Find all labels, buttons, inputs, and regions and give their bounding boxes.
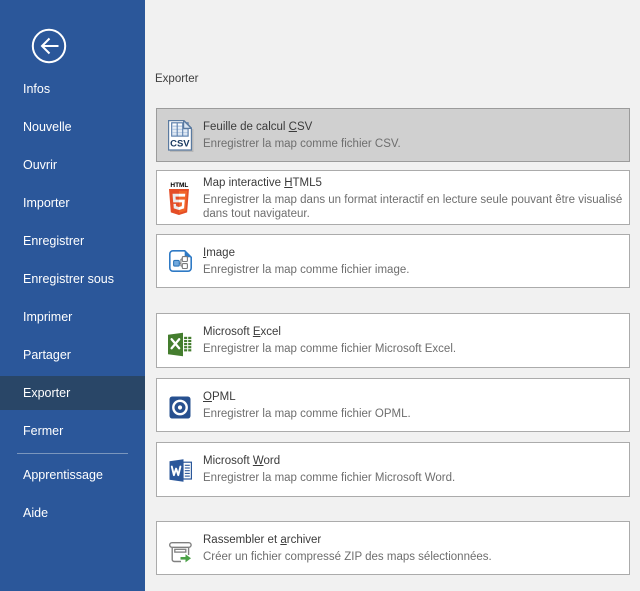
svg-text:HTML: HTML: [170, 182, 188, 189]
svg-text:CSV: CSV: [170, 139, 190, 150]
